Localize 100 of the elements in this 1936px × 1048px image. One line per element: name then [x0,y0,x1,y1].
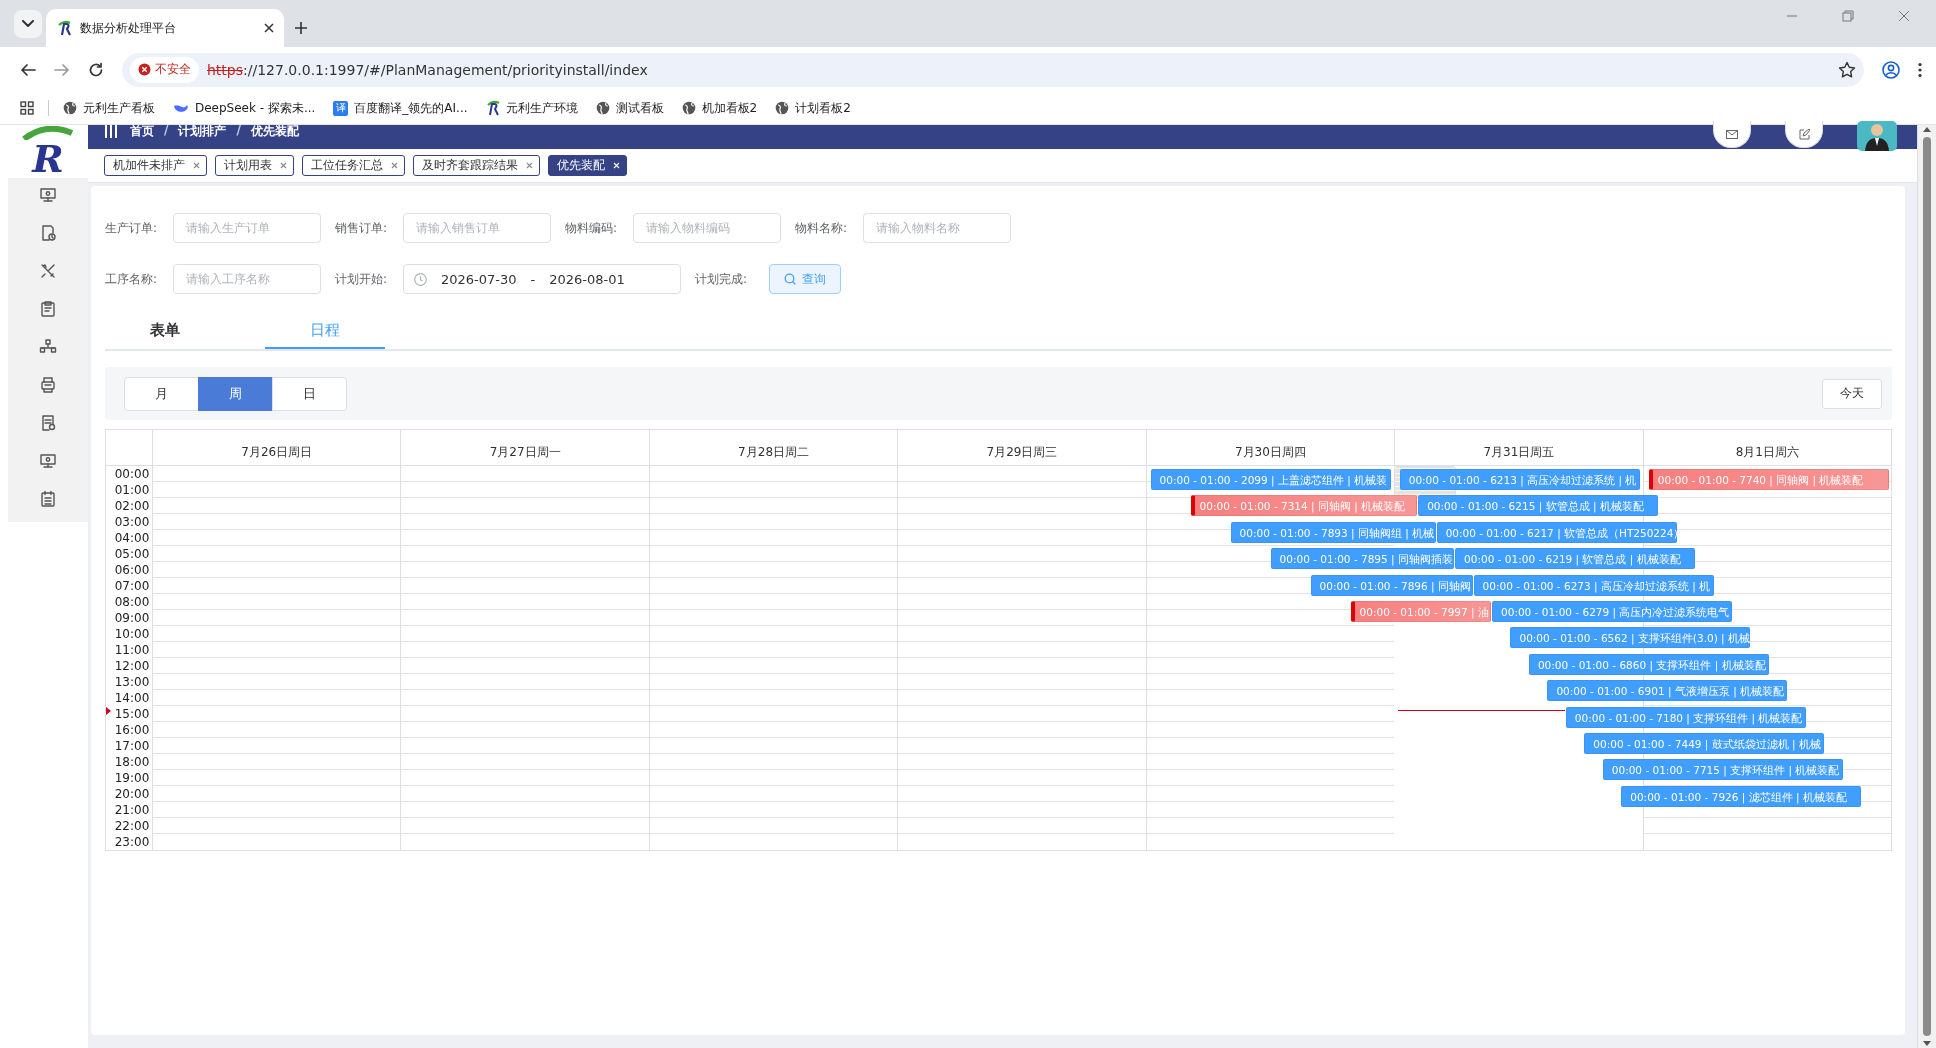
bookmark[interactable]: 机加看板2 [681,99,758,117]
menu-icon[interactable] [1918,61,1922,78]
warning-icon [138,63,151,76]
view-tab[interactable]: 表单 [105,313,225,349]
hour-label: 05:00 [113,546,151,562]
clock-icon [414,272,427,286]
forward-icon [54,61,70,78]
logo: R [32,140,64,178]
scroll-down-icon[interactable] [1922,1040,1932,1048]
hour-label: 14:00 [113,690,151,706]
page-tab[interactable]: 计划用表 [215,155,294,176]
hour-label: 00:00 [113,466,151,482]
profile-icon[interactable] [1882,60,1900,79]
page-tab[interactable]: 优先装配 [548,155,627,176]
clipboard-icon[interactable] [39,300,57,318]
url-text: https://127.0.0.1:1997/#/PlanManagement/priorityinstall/index [207,61,648,78]
hour-label: 08:00 [113,594,151,610]
printer-icon[interactable] [39,376,57,394]
input-field[interactable]: 请输入工序名称 [173,264,321,294]
hour-label: 18:00 [113,754,151,770]
security-chip[interactable]: 不安全 [130,56,199,83]
bookmark[interactable]: 元利生产环境 [485,99,578,117]
edit-button[interactable] [1785,121,1823,148]
hour-label: 06:00 [113,562,151,578]
input-field[interactable]: 请输入生产订单 [173,213,321,243]
breadcrumb-item[interactable]: 首页 [130,123,154,140]
monitor-icon[interactable] [39,452,57,470]
view-mode-button[interactable]: 周 [198,376,273,411]
logo-icon [56,20,72,36]
field-label: 计划开始: [335,270,389,288]
page-tab[interactable]: 工位任务汇总 [302,155,405,176]
field-label: 生产订单: [105,219,159,237]
field-label: 工序名称: [105,270,159,288]
scroll-up-icon[interactable] [1922,125,1932,133]
day-header: 7月27日周一 [400,430,649,465]
globe-icon [681,101,696,115]
back-icon[interactable] [20,61,36,78]
input-field[interactable]: 请输入销售订单 [403,213,551,243]
hour-label: 22:00 [113,818,151,834]
tools-icon[interactable] [39,262,57,280]
bookmark[interactable]: DeepSeek - 探索未... [173,99,316,117]
hour-label: 16:00 [113,722,151,738]
chevron-down-icon [22,20,34,28]
page-tab[interactable]: 及时齐套跟踪结果 [413,155,540,176]
close-icon[interactable] [264,23,274,33]
bookmark[interactable]: 计划看板2 [775,99,851,117]
tab-title: 数据分析处理平台 [80,19,177,37]
field-label: 计划完成: [695,270,749,288]
star-icon[interactable] [1838,60,1856,79]
mail-button[interactable] [1713,121,1751,148]
calendar-icon[interactable] [39,490,57,508]
hour-label: 19:00 [113,770,151,786]
logo-icon [485,100,500,116]
globe-icon [775,101,790,115]
new-tab-icon[interactable] [294,21,308,35]
avatar[interactable] [1857,121,1897,151]
address-bar[interactable]: 不安全 https://127.0.0.1:1997/#/PlanManagement/priorityinstall/index [122,52,1864,87]
hour-label: 07:00 [113,578,151,594]
page-tab[interactable]: 机加件未排产 [104,155,207,176]
browser-tab[interactable]: 数据分析处理平台 [46,9,284,47]
monitor-icon[interactable] [39,186,57,204]
apps-icon[interactable] [20,101,34,115]
breadcrumb-separator: / [236,123,241,139]
hour-label: 04:00 [113,530,151,546]
hour-label: 13:00 [113,674,151,690]
globe-icon [595,101,610,115]
menu-icon[interactable] [104,125,118,139]
bookmark[interactable]: 测试看板 [595,99,664,117]
input-field[interactable]: 请输入物料编码 [633,213,781,243]
hour-label: 11:00 [113,642,151,658]
input-field[interactable]: 请输入物料名称 [863,213,1011,243]
date-range-field[interactable]: 2026-07-30 - 2026-08-01 [403,264,681,294]
view-mode-button[interactable]: 月 [124,376,199,411]
mail-icon [1726,129,1738,139]
bookmark[interactable]: 元利生产看板 [63,99,155,117]
field-label: 物料编码: [565,219,619,237]
reload-icon[interactable] [88,61,104,78]
today-button[interactable]: 今天 [1822,378,1882,409]
tab-list-button[interactable] [14,10,42,38]
hour-label: 03:00 [113,514,151,530]
breadcrumb-item[interactable]: 计划排产 [178,123,227,140]
hour-label: 15:00 [113,706,151,722]
hour-label: 02:00 [113,498,151,514]
day-header: 7月31日周五 [1394,430,1643,465]
day-header: 7月29日周三 [897,430,1146,465]
day-header: 8月1日周六 [1642,430,1891,465]
field-label: 物料名称: [795,219,849,237]
search-icon [784,273,796,285]
view-mode-button[interactable]: 日 [272,376,347,411]
breadcrumb-item[interactable]: 优先装配 [250,123,299,140]
bookmark[interactable]: 译 百度翻译_领先的AI... [333,99,468,117]
hour-label: 09:00 [113,610,151,626]
breadcrumb-separator: / [164,123,169,139]
globe-icon [63,101,77,115]
report-icon[interactable] [39,414,57,432]
day-header: 7月30日周四 [1145,430,1395,465]
hour-label: 10:00 [113,626,151,642]
scrollbar[interactable] [1917,125,1936,1048]
document-clock-icon[interactable] [39,224,57,242]
network-icon[interactable] [39,338,57,356]
